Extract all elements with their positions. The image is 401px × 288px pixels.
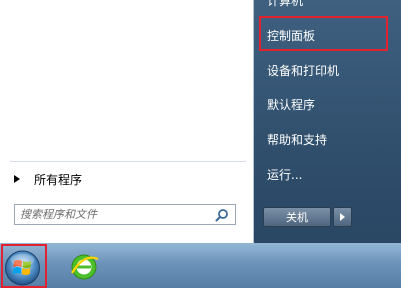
shutdown-options-button[interactable] (333, 207, 352, 227)
control-panel-highlight-box (259, 16, 388, 51)
taskbar (0, 243, 401, 288)
shutdown-button[interactable]: 关机 (263, 207, 331, 227)
menu-item-default-programs[interactable]: 默认程序 (267, 96, 315, 113)
menu-item-help-support[interactable]: 帮助和支持 (267, 131, 327, 148)
right-arrow-icon (14, 175, 20, 183)
menu-item-computer[interactable]: 计算机 (267, 0, 303, 9)
search-input[interactable] (20, 205, 210, 224)
shutdown-label: 关机 (286, 211, 308, 224)
all-programs-label: 所有程序 (34, 172, 83, 187)
menu-item-run[interactable]: 运行... (267, 166, 302, 183)
all-programs-button[interactable]: 所有程序 (10, 170, 240, 188)
left-pane-divider (10, 161, 246, 162)
search-box[interactable] (14, 204, 236, 225)
search-icon[interactable] (215, 208, 229, 222)
menu-item-devices-printers[interactable]: 设备和打印机 (267, 62, 339, 79)
start-orb-highlight-box (1, 244, 47, 288)
right-arrow-icon (340, 213, 345, 221)
ie-browser-icon[interactable] (68, 251, 100, 283)
